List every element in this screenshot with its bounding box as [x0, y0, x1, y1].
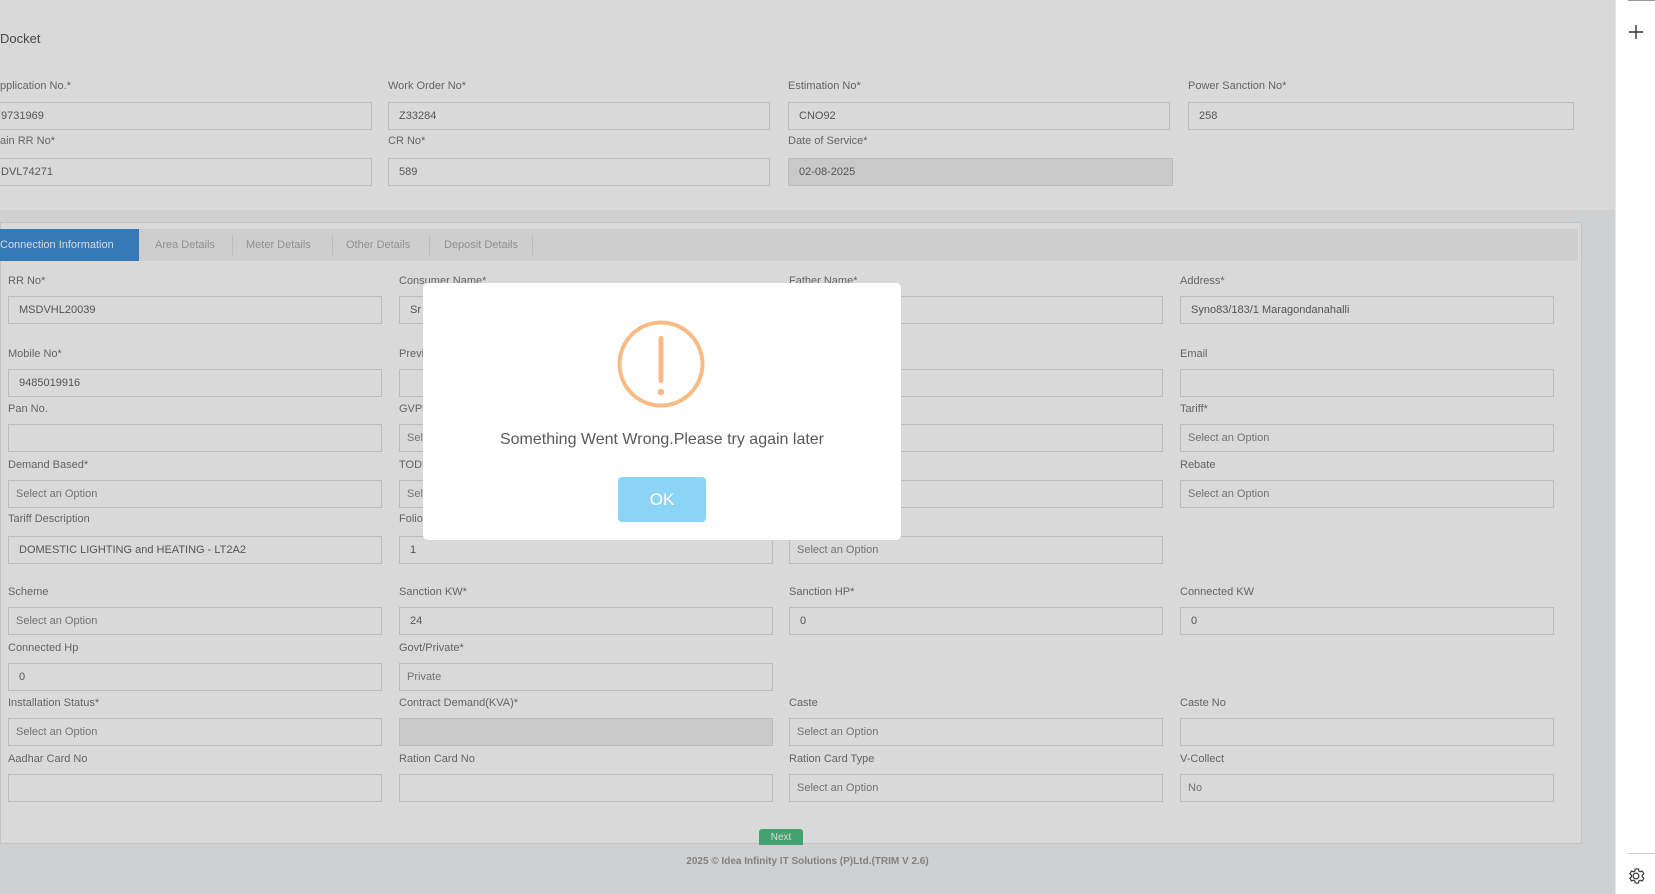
plus-icon[interactable]	[1626, 22, 1646, 42]
sidebar-divider	[1628, 0, 1655, 1]
warning-icon	[617, 320, 705, 408]
error-dialog: Something Went Wrong.Please try again la…	[423, 283, 901, 540]
sidebar-divider	[1628, 853, 1655, 854]
right-sidebar	[1615, 0, 1655, 894]
gear-icon[interactable]	[1626, 866, 1646, 886]
error-message: Something Went Wrong.Please try again la…	[499, 431, 825, 448]
ok-button[interactable]: OK	[618, 477, 706, 522]
